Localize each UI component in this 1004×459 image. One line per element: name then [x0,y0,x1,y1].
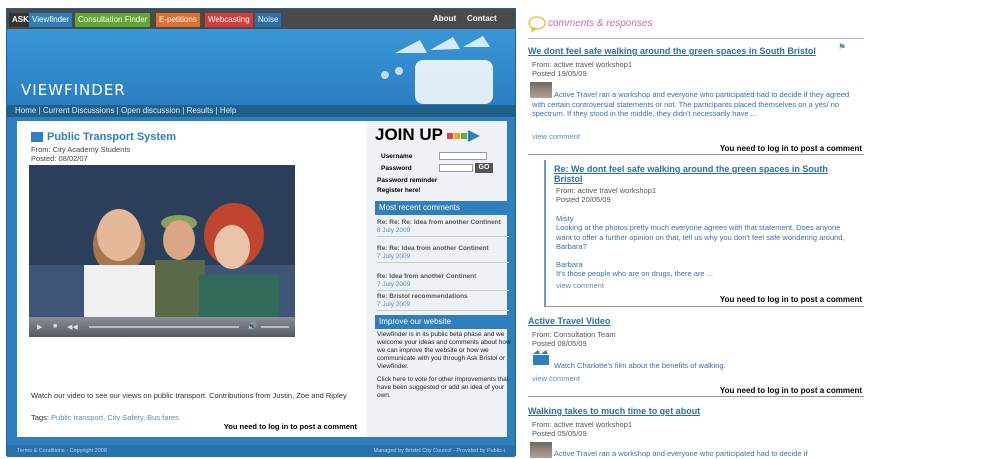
recent-comment-title[interactable]: Re: Re: Idea from another Continent [377,245,489,252]
video-description: Watch our video to see our views on publ… [31,391,347,400]
comment-title[interactable]: Active Travel Video [528,316,610,326]
login-to-comment-message: You need to log in to post a comment [719,144,862,153]
video-from: From: City Academy Students [31,145,131,154]
seek-bar[interactable] [89,326,239,328]
top-nav: ASK Viewfinder Consultation Finder E-pet… [7,9,515,29]
video-controls[interactable]: ▶ ■ ◀◀ 🔊 [29,317,295,337]
video-panel: Public Transport System From: City Acade… [17,121,367,437]
reply-posted: Posted 20/05/09 [556,195,611,204]
clapperboard-icon [381,36,493,104]
video-tags: Tags: Public transport, City Safety, Bus… [31,413,179,422]
comment-divider [528,396,864,397]
username-field[interactable] [439,152,487,160]
comment-body: Watch Charlotte's film about the benefit… [554,361,726,370]
recent-comment-item[interactable]: Re: Bristol recommendations 7 July 2009 [377,293,509,311]
comment-posted: Posted 08/05/09 [532,339,587,348]
register-link[interactable]: Register here! [377,187,421,194]
go-button[interactable]: GO [475,163,493,173]
comment-divider [528,154,864,155]
comment-body: Active Travel ran a workshop and everyon… [554,449,808,458]
recent-comment-title[interactable]: Re: Bristol recommendations [377,293,468,300]
comment-from: From: active travel workshop1 [532,420,633,429]
heading-divider [528,38,864,39]
improve-website-heading: Improve our website [375,315,513,329]
play-icon[interactable]: ▶ [37,323,42,331]
footer: Terms & Conditions - Copyright 2008 Mana… [7,445,515,457]
join-up-arrow-icon [447,129,481,142]
recent-comment-item[interactable]: Re: Idea from another Continent 7 July 2… [377,273,509,291]
nav-viewfinder[interactable]: Viewfinder [29,13,73,27]
reply-title[interactable]: Re: We dont feel safe walking around the… [554,164,854,184]
password-label: Password [381,165,412,172]
tags-links[interactable]: Public transport, City Safety, Bus fares [51,413,179,422]
flag-icon[interactable]: ⚑ [838,42,846,53]
join-up-label: JOIN UP [375,125,443,144]
comment-divider [544,306,864,307]
nav-consultation-finder[interactable]: Consultation Finder [75,13,151,27]
view-comment-link[interactable]: view comment [532,374,580,383]
recent-comment-title[interactable]: Re: Re: Re: Idea from another Continent [377,219,501,226]
password-reminder-link[interactable]: Password reminder [377,177,437,184]
nav-noise[interactable]: Noise [255,13,282,27]
recent-comment-date: 7 July 2009 [377,281,411,288]
reply-from: From: active travel workshop1 [556,186,657,195]
view-comment-link[interactable]: view comment [532,132,580,141]
comment-from: From: active travel workshop1 [532,60,633,69]
tags-label: Tags: [31,413,49,422]
recent-comment-date: 7 July 2009 [377,253,411,260]
banner: VIEWFINDER [7,29,515,105]
contact-link[interactable]: Contact [467,14,497,23]
recent-comment-item[interactable]: Re: Re: Idea from another Continent 7 Ju… [377,245,509,263]
improve-website-vote-link[interactable]: Click here to vote for other improvement… [377,376,511,400]
volume-icon[interactable]: 🔊 [247,322,257,331]
login-to-comment-message: You need to log in to post a comment [719,295,862,304]
login-to-comment-message: You need to log in to post a comment [223,422,357,431]
recent-comment-date: 7 July 2009 [377,301,411,308]
comment-title[interactable]: We dont feel safe walking around the gre… [528,46,816,56]
recent-comment-title[interactable]: Re: Idea from another Continent [377,273,476,280]
improve-website-paragraph: Viewfinder is in its public beta phase a… [377,331,511,370]
view-comment-link[interactable]: view comment [556,281,604,290]
login-to-comment-message: You need to log in to post a comment [719,386,862,395]
username-label: Username [381,153,413,160]
join-up-heading: JOIN UP [375,125,481,145]
password-field[interactable] [439,164,473,172]
video-posted: Posted: 08/02/07 [31,154,88,163]
improve-website-text: Viewfinder is in its public beta phase a… [377,331,511,400]
video-icon [533,350,549,365]
video-player[interactable] [29,165,295,337]
comment-from: From: Consultation Team [532,330,616,339]
comments-heading: comments & responses [548,18,653,29]
reply-thread: Re: We dont feel safe walking around the… [544,160,864,306]
stop-icon[interactable]: ■ [53,323,57,330]
comment-posted: Posted 19/05/09 [532,69,587,78]
viewfinder-logo[interactable]: VIEWFINDER [21,81,126,99]
footer-managed-by: Managed by Bristol City Council - Provid… [373,448,505,454]
viewfinder-page: ASK Viewfinder Consultation Finder E-pet… [6,8,516,457]
footer-terms[interactable]: Terms & Conditions - Copyright 2008 [17,445,107,457]
content-area: Public Transport System From: City Acade… [17,121,513,437]
recent-comment-item[interactable]: Re: Re: Re: Idea from another Continent … [377,219,509,237]
comments-panel: comments & responses We dont feel safe w… [524,8,864,458]
main-menu[interactable]: Home | Current Discussions | Open discus… [7,105,515,117]
comment-posted: Posted 05/05/09 [532,429,587,438]
video-title: Public Transport System [47,131,176,143]
video-frame [29,165,295,337]
reply-body: It's those people who are on drugs, ther… [556,269,713,278]
nav-webcasting[interactable]: Webcasting [205,13,253,27]
recent-comment-date: 8 July 2009 [377,227,411,234]
reply-body: Looking at the photos pretty much everyo… [556,223,845,251]
rewind-icon[interactable]: ◀◀ [67,323,78,331]
speech-bubble-icon [528,16,546,33]
comment-title[interactable]: Walking takes to much time to get about [528,406,700,416]
video-icon [31,132,43,142]
volume-slider[interactable] [261,326,289,328]
recent-comments-heading: Most recent comments [375,201,513,215]
comment-body: Active Travel ran a workshop and everyon… [532,90,850,118]
about-link[interactable]: About [433,14,456,23]
comment-thumbnail[interactable] [530,442,552,458]
nav-epetitions[interactable]: E-petitions [156,13,200,27]
sidebar: JOIN UP Username Password GO Password re… [371,121,513,437]
